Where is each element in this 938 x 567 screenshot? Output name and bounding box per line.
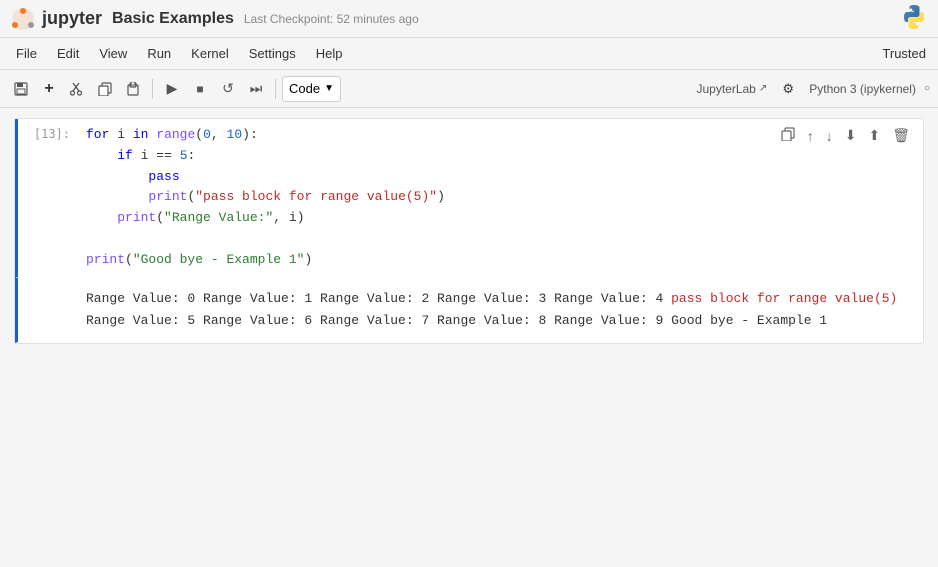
add-cell-button[interactable]: + <box>36 76 62 102</box>
settings-button[interactable]: ⚙ <box>775 76 801 102</box>
cell-execution-count: [13]: <box>18 119 78 277</box>
copy-cell-action-button[interactable] <box>776 125 800 146</box>
move-up-button[interactable]: ↑ <box>802 125 819 146</box>
move-down-button[interactable]: ↓ <box>821 125 838 146</box>
checkpoint-info: Last Checkpoint: 52 minutes ago <box>244 12 419 26</box>
copy-icon <box>98 82 112 96</box>
restart-run-all-button[interactable]: ⏭ <box>243 76 269 102</box>
toolbar-sep-1 <box>152 79 153 99</box>
save-icon <box>14 82 28 96</box>
run-button[interactable]: ▶ <box>159 76 185 102</box>
output-cell-13: Range Value: 0 Range Value: 1 Range Valu… <box>15 278 923 343</box>
cell-code-content[interactable]: for i in range(0, 10): if i == 5: pass p… <box>78 119 923 277</box>
menubar: File Edit View Run Kernel Settings Help … <box>0 38 938 70</box>
merge-button[interactable]: ⬇ <box>840 125 862 146</box>
stop-button[interactable]: ■ <box>187 76 213 102</box>
save-button[interactable] <box>8 76 34 102</box>
menu-run[interactable]: Run <box>137 42 181 65</box>
delete-cell-button[interactable]: 🗑 <box>887 125 915 146</box>
jupyter-logo-icon <box>10 6 36 32</box>
jupyterlab-link[interactable]: JupyterLab ↗ <box>696 82 767 96</box>
copy-cell-icon <box>781 127 795 141</box>
restart-kernel-button[interactable]: ↺ <box>215 76 241 102</box>
python-logo-icon <box>900 3 928 31</box>
kernel-name-label: Python 3 (ipykernel) <box>809 82 916 96</box>
menu-view[interactable]: View <box>89 42 137 65</box>
python-logo <box>900 3 928 34</box>
code-cell-13: [13]: for i in range(0, 10): if i == 5: … <box>15 119 923 278</box>
notebook-main: [13]: for i in range(0, 10): if i == 5: … <box>14 118 924 344</box>
toolbar-sep-2 <box>275 79 276 99</box>
kernel-info: JupyterLab ↗ ⚙ Python 3 (ipykernel) ○ <box>696 76 930 102</box>
cut-icon <box>70 82 84 96</box>
jupyter-wordmark: jupyter <box>42 8 102 29</box>
cut-button[interactable] <box>64 76 90 102</box>
menu-kernel[interactable]: Kernel <box>181 42 239 65</box>
output-sidebar <box>18 278 78 342</box>
titlebar: jupyter Basic Examples Last Checkpoint: … <box>0 0 938 38</box>
menu-settings[interactable]: Settings <box>239 42 306 65</box>
paste-cell-button[interactable] <box>120 76 146 102</box>
output-text: Range Value: 0 Range Value: 1 Range Valu… <box>86 284 915 336</box>
copy-cell-button[interactable] <box>92 76 118 102</box>
cell-type-label: Code <box>289 81 320 96</box>
jupyterlab-label: JupyterLab <box>696 82 755 96</box>
menu-edit[interactable]: Edit <box>47 42 89 65</box>
execution-count-label: [13]: <box>34 127 70 141</box>
cell-type-dropdown-icon: ▼ <box>324 83 334 94</box>
split-button[interactable]: ⬆ <box>863 125 885 146</box>
trusted-badge: Trusted <box>876 44 932 63</box>
notebook-title[interactable]: Basic Examples <box>112 10 234 28</box>
kernel-status-icon: ○ <box>924 83 930 94</box>
menu-help[interactable]: Help <box>306 42 353 65</box>
external-link-icon: ↗ <box>759 83 767 94</box>
cell-actions: ↑ ↓ ⬇ ⬆ 🗑 <box>776 125 915 146</box>
cell-type-selector[interactable]: Code ▼ <box>282 76 341 102</box>
menu-file[interactable]: File <box>6 42 47 65</box>
paste-icon <box>126 82 140 96</box>
output-content: Range Value: 0 Range Value: 1 Range Valu… <box>78 278 923 342</box>
toolbar: + ▶ ■ ↺ ⏭ Code ▼ Jup <box>0 70 938 108</box>
jupyter-logo: jupyter <box>10 6 102 32</box>
code-editor[interactable]: for i in range(0, 10): if i == 5: pass p… <box>86 125 915 271</box>
